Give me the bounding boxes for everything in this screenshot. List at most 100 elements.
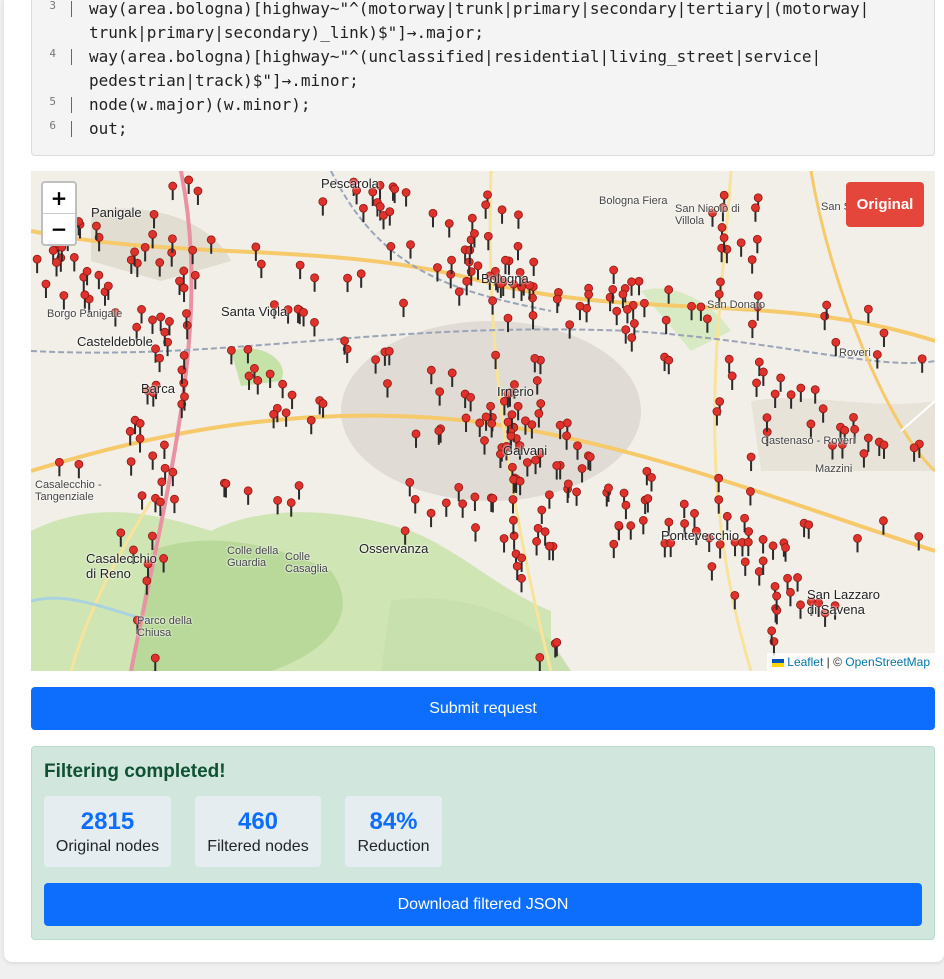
zoom-out-button[interactable]: − xyxy=(43,214,75,244)
map-marker[interactable] xyxy=(796,600,805,610)
map-marker[interactable] xyxy=(879,516,888,526)
map-marker[interactable] xyxy=(758,367,768,377)
map-marker[interactable] xyxy=(426,508,436,518)
map-marker[interactable] xyxy=(740,513,749,523)
map-marker[interactable] xyxy=(426,365,436,375)
map-marker[interactable] xyxy=(94,270,104,280)
map-marker[interactable] xyxy=(647,472,656,482)
map-marker[interactable] xyxy=(638,515,648,525)
map-marker[interactable] xyxy=(399,298,408,308)
map-marker[interactable] xyxy=(286,498,296,508)
map-marker[interactable] xyxy=(702,314,712,324)
map-marker[interactable] xyxy=(447,368,457,378)
map-marker[interactable] xyxy=(507,410,517,420)
map-marker[interactable] xyxy=(758,556,768,566)
map-marker[interactable] xyxy=(343,273,352,283)
map-marker[interactable] xyxy=(467,213,477,223)
map-marker[interactable] xyxy=(853,533,862,543)
map-marker[interactable] xyxy=(850,424,860,434)
map-marker[interactable] xyxy=(32,254,42,264)
map-marker[interactable] xyxy=(466,392,476,402)
map-marker[interactable] xyxy=(116,528,126,538)
map-marker[interactable] xyxy=(461,413,471,423)
map-marker[interactable] xyxy=(714,495,724,505)
map-marker[interactable] xyxy=(160,463,170,473)
map-marker[interactable] xyxy=(310,317,319,327)
map-marker[interactable] xyxy=(712,407,722,416)
map-marker[interactable] xyxy=(627,277,636,287)
map-marker[interactable] xyxy=(584,290,594,299)
map-marker[interactable] xyxy=(758,535,768,544)
map-marker[interactable] xyxy=(528,310,538,320)
map-marker[interactable] xyxy=(508,495,518,504)
map-marker[interactable] xyxy=(160,327,170,337)
map-marker[interactable] xyxy=(767,626,777,636)
map-marker[interactable] xyxy=(470,229,479,238)
map-marker[interactable] xyxy=(768,541,778,551)
map-marker[interactable] xyxy=(103,281,113,291)
map-marker[interactable] xyxy=(530,353,540,363)
map-marker[interactable] xyxy=(572,487,581,497)
zoom-in-button[interactable]: + xyxy=(43,183,75,214)
map-marker[interactable] xyxy=(730,590,740,600)
map-marker[interactable] xyxy=(486,401,495,411)
map-marker[interactable] xyxy=(690,509,699,518)
map-marker[interactable] xyxy=(400,526,410,536)
map-marker[interactable] xyxy=(783,573,792,583)
map-marker[interactable] xyxy=(179,283,189,293)
map-marker[interactable] xyxy=(515,476,525,486)
map-marker[interactable] xyxy=(410,494,420,504)
map-marker[interactable] xyxy=(170,494,179,504)
map-marker[interactable] xyxy=(575,301,585,311)
map-marker[interactable] xyxy=(310,273,320,283)
map-marker[interactable] xyxy=(190,270,200,280)
map-marker[interactable] xyxy=(385,207,395,217)
map-marker[interactable] xyxy=(513,401,523,411)
map-marker[interactable] xyxy=(555,420,565,430)
map-marker[interactable] xyxy=(287,390,297,400)
leaflet-link[interactable]: Leaflet xyxy=(787,655,823,669)
map-marker[interactable] xyxy=(714,289,724,299)
map-marker[interactable] xyxy=(680,519,689,528)
map-marker[interactable] xyxy=(444,219,454,228)
map-marker[interactable] xyxy=(609,265,619,275)
map-marker[interactable] xyxy=(401,188,411,197)
map-marker[interactable] xyxy=(664,285,674,295)
map-marker[interactable] xyxy=(522,458,532,467)
map-marker[interactable] xyxy=(475,418,485,428)
map-marker[interactable] xyxy=(629,319,639,328)
map-marker[interactable] xyxy=(483,190,492,200)
map-marker[interactable] xyxy=(340,336,349,346)
map-marker[interactable] xyxy=(41,279,51,289)
map-marker[interactable] xyxy=(273,495,283,505)
map-marker[interactable] xyxy=(810,385,820,395)
map-marker[interactable] xyxy=(428,208,438,218)
map-marker[interactable] xyxy=(544,490,554,500)
map-marker[interactable] xyxy=(130,247,139,257)
map-marker[interactable] xyxy=(454,482,464,492)
map-marker[interactable] xyxy=(384,346,394,356)
map-marker[interactable] xyxy=(179,350,189,360)
map-marker[interactable] xyxy=(148,229,158,239)
map-marker[interactable] xyxy=(126,457,136,467)
map-marker[interactable] xyxy=(157,477,167,487)
map-marker[interactable] xyxy=(859,449,869,458)
map-marker[interactable] xyxy=(470,492,480,502)
map-marker[interactable] xyxy=(517,573,526,583)
map-marker[interactable] xyxy=(746,452,756,462)
map-marker[interactable] xyxy=(488,494,498,503)
map-marker[interactable] xyxy=(822,300,832,310)
map-marker[interactable] xyxy=(831,337,841,347)
map-marker[interactable] xyxy=(537,505,547,515)
map-marker[interactable] xyxy=(487,419,497,428)
map-marker[interactable] xyxy=(165,317,174,326)
map-marker[interactable] xyxy=(499,534,509,543)
map-marker[interactable] xyxy=(59,291,69,300)
map-marker[interactable] xyxy=(148,531,157,541)
map-marker[interactable] xyxy=(714,473,724,483)
map-marker[interactable] xyxy=(532,376,542,385)
map-marker[interactable] xyxy=(473,261,483,271)
map-marker[interactable] xyxy=(52,258,61,267)
map-marker[interactable] xyxy=(643,494,653,503)
map-marker[interactable] xyxy=(626,521,636,531)
